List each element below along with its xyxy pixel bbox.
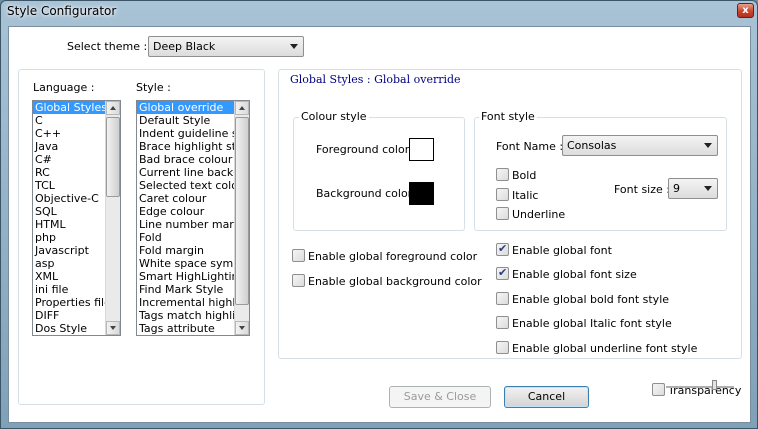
font-size-select[interactable]: 9: [668, 178, 718, 199]
cancel-button[interactable]: Cancel: [504, 386, 589, 408]
enable-global-foreground-checkbox[interactable]: [292, 249, 305, 262]
save-close-button[interactable]: Save & Close: [389, 386, 491, 408]
enable-global-foreground-label: Enable global foreground color: [308, 250, 478, 263]
style-list-item[interactable]: Brace highlight style: [137, 140, 234, 153]
style-list-item[interactable]: Default Style: [137, 114, 234, 127]
style-list-item[interactable]: Current line backgr: [137, 166, 234, 179]
enable-global-underline-label: Enable global underline font style: [512, 342, 698, 355]
language-list-item[interactable]: XML: [33, 270, 105, 283]
style-items: Global override Default Style Indent guide…: [137, 101, 249, 335]
enable-global-background-label: Enable global background color: [308, 275, 482, 288]
chevron-down-icon: [704, 143, 712, 148]
scroll-down-arrow-icon[interactable]: [106, 321, 120, 335]
enable-global-font-size-label: Enable global font size: [512, 268, 637, 281]
enable-global-italic-label: Enable global Italic font style: [512, 317, 672, 330]
enable-global-bold-label: Enable global bold font style: [512, 293, 670, 306]
transparency-checkbox[interactable]: [652, 383, 665, 396]
bold-checkbox[interactable]: [496, 168, 509, 181]
style-list-item[interactable]: Fold: [137, 231, 234, 244]
language-list-item[interactable]: C: [33, 114, 105, 127]
enable-global-font-size-checkbox[interactable]: [496, 266, 509, 280]
language-list-item[interactable]: Javascript: [33, 244, 105, 257]
style-listbox[interactable]: Global override Default Style Indent guide…: [136, 100, 250, 336]
style-list-item[interactable]: Fold margin: [137, 244, 234, 257]
language-list-item[interactable]: Objective-C: [33, 192, 105, 205]
colour-style-group: [293, 117, 465, 231]
scroll-down-arrow-icon[interactable]: [235, 321, 249, 335]
language-list-item[interactable]: DIFF: [33, 309, 105, 322]
underline-label: Underline: [512, 208, 566, 221]
language-list-item[interactable]: Dos Style: [33, 322, 105, 335]
style-list-item[interactable]: White space symbo: [137, 257, 234, 270]
language-list-item[interactable]: C#: [33, 153, 105, 166]
scroll-thumb[interactable]: [235, 117, 249, 305]
scroll-up-arrow-icon[interactable]: [106, 101, 120, 115]
font-name-select[interactable]: Consolas: [562, 135, 718, 156]
select-theme-label: Select theme :: [67, 40, 148, 53]
global-styles-title: Global Styles : Global override: [290, 73, 461, 86]
underline-checkbox[interactable]: [496, 207, 509, 220]
bold-label: Bold: [512, 169, 537, 182]
foreground-color-swatch[interactable]: [409, 138, 434, 161]
scroll-up-arrow-icon[interactable]: [235, 101, 249, 115]
close-button[interactable]: x: [737, 3, 754, 18]
language-list-item[interactable]: php: [33, 231, 105, 244]
font-name-label: Font Name :: [496, 140, 564, 153]
theme-select-value: Deep Black: [153, 40, 216, 53]
scroll-thumb[interactable]: [106, 117, 120, 197]
style-configurator-window: Style Configurator x Select theme : Deep…: [0, 0, 758, 429]
language-list-item[interactable]: C++: [33, 127, 105, 140]
italic-checkbox[interactable]: [496, 188, 509, 201]
language-list-item[interactable]: HTML: [33, 218, 105, 231]
style-list-item[interactable]: Smart HighLighting: [137, 270, 234, 283]
font-style-title: Font style: [479, 110, 537, 123]
colour-style-title: Colour style: [299, 110, 369, 123]
language-scrollbar[interactable]: [105, 101, 120, 335]
italic-label: Italic: [512, 189, 539, 202]
enable-global-background-checkbox[interactable]: [292, 274, 305, 287]
foreground-color-label: Foreground color: [316, 143, 410, 156]
chevron-down-icon: [290, 44, 298, 49]
style-list-item[interactable]: Incremental highligh: [137, 296, 234, 309]
background-color-label: Background color: [316, 187, 413, 200]
transparency-slider-thumb[interactable]: [711, 380, 717, 390]
style-list-item[interactable]: Global override: [137, 101, 234, 114]
style-list-item[interactable]: Edge colour: [137, 205, 234, 218]
chevron-down-icon: [704, 186, 712, 191]
style-list-item[interactable]: Bad brace colour: [137, 153, 234, 166]
style-label: Style :: [136, 81, 171, 94]
enable-global-italic-checkbox[interactable]: [496, 316, 509, 329]
language-list-item[interactable]: TCL: [33, 179, 105, 192]
style-list-item[interactable]: Selected text colou: [137, 179, 234, 192]
language-list-item[interactable]: Properties file: [33, 296, 105, 309]
language-listbox[interactable]: Global Styles C C++ Java C# RC TCL Objective-C S…: [32, 100, 121, 336]
enable-global-bold-checkbox[interactable]: [496, 292, 509, 305]
language-list-item[interactable]: ini file: [33, 283, 105, 296]
style-list-item[interactable]: Indent guideline sty: [137, 127, 234, 140]
language-list-item[interactable]: SQL: [33, 205, 105, 218]
style-list-item[interactable]: Line number margin: [137, 218, 234, 231]
enable-global-underline-checkbox[interactable]: [496, 341, 509, 354]
style-scrollbar[interactable]: [234, 101, 249, 335]
style-list-item[interactable]: Tags match highligh: [137, 309, 234, 322]
language-label: Language :: [33, 81, 95, 94]
style-list-item[interactable]: Find Mark Style: [137, 283, 234, 296]
transparency-slider-track[interactable]: [666, 386, 734, 388]
language-list-item[interactable]: Global Styles: [33, 101, 105, 114]
dialog-client-area: Select theme : Deep Black Language : Sty…: [8, 26, 751, 423]
style-list-item[interactable]: Caret colour: [137, 192, 234, 205]
window-title: Style Configurator: [7, 4, 117, 18]
language-list-item[interactable]: Java: [33, 140, 105, 153]
style-list-item[interactable]: Tags attribute: [137, 322, 234, 335]
title-bar[interactable]: Style Configurator x: [1, 1, 757, 25]
font-size-label: Font size :: [614, 183, 670, 196]
language-list-item[interactable]: RC: [33, 166, 105, 179]
language-list-item[interactable]: asp: [33, 257, 105, 270]
enable-global-font-label: Enable global font: [512, 244, 612, 257]
font-size-value: 9: [673, 182, 680, 195]
font-name-value: Consolas: [567, 139, 617, 152]
theme-select[interactable]: Deep Black: [148, 36, 304, 57]
background-color-swatch[interactable]: [409, 182, 434, 205]
enable-global-font-checkbox[interactable]: [496, 242, 509, 256]
